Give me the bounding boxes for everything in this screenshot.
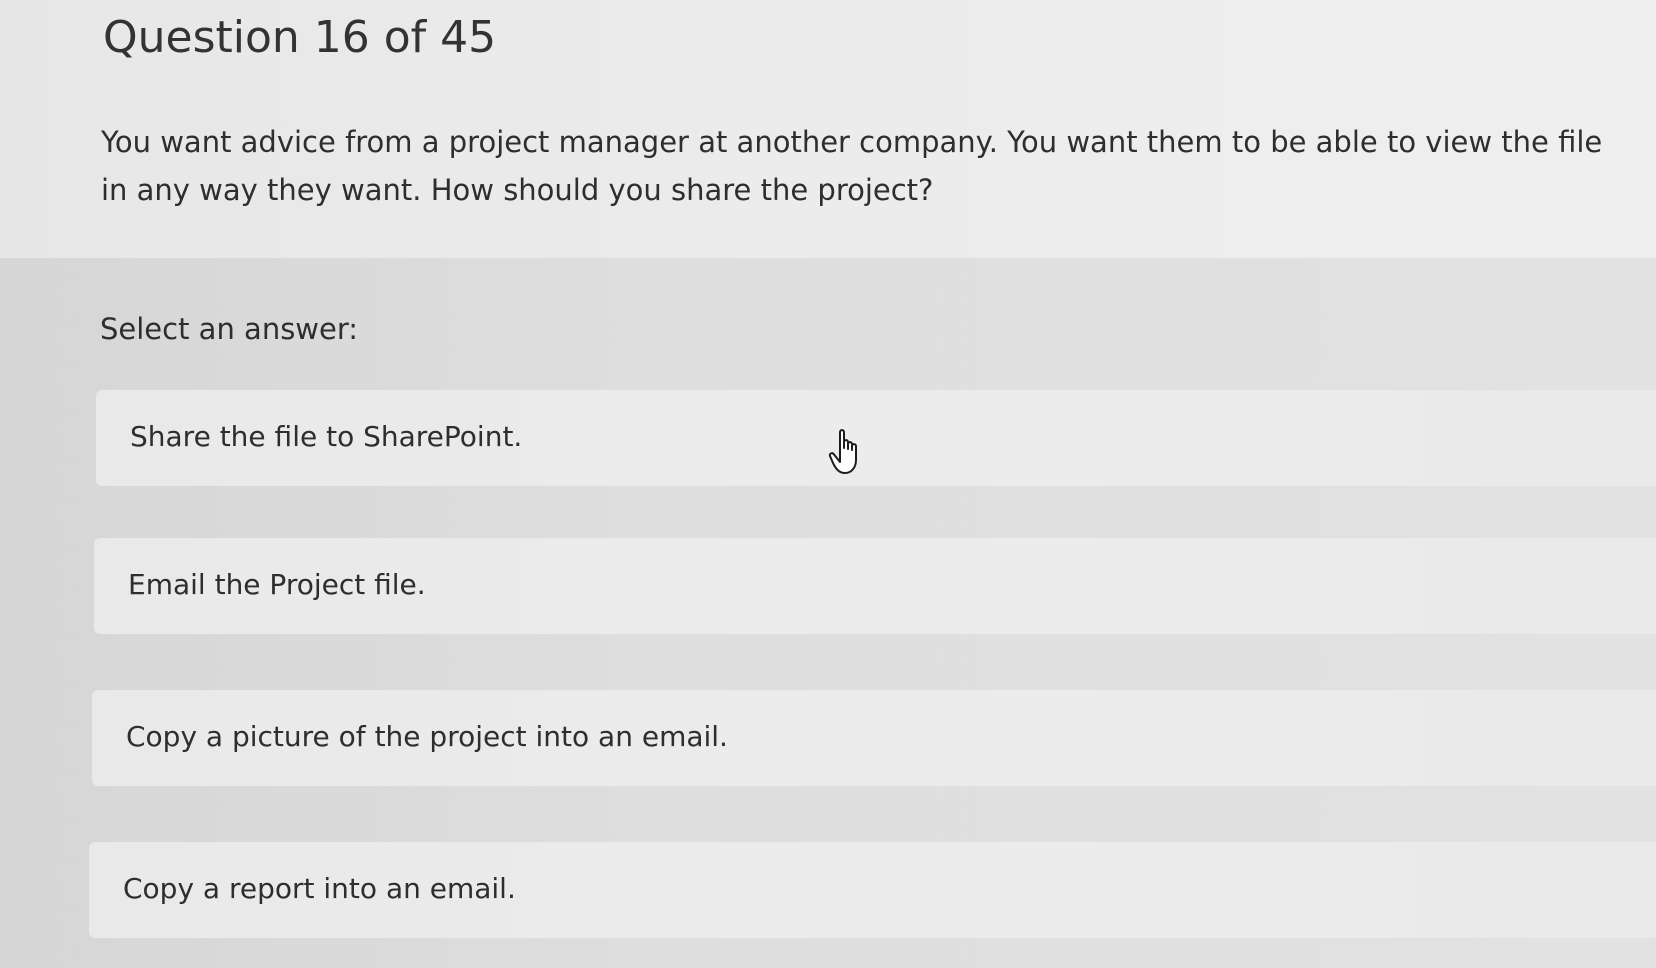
- question-text: You want advice from a project manager a…: [101, 125, 1603, 207]
- answer-option-label: Copy a report into an email.: [123, 872, 516, 905]
- answer-option-4[interactable]: Copy a report into an email.: [89, 842, 1656, 938]
- answer-option-3[interactable]: Copy a picture of the project into an em…: [92, 690, 1656, 786]
- question-header: Question 16 of 45 You want advice from a…: [0, 0, 1656, 258]
- answer-option-label: Share the file to SharePoint.: [130, 420, 523, 453]
- select-answer-label: Select an answer:: [100, 312, 359, 346]
- answer-option-1[interactable]: Share the file to SharePoint.: [96, 390, 1656, 486]
- answer-option-label: Email the Project file.: [128, 568, 426, 601]
- hand-pointer-icon: [828, 429, 857, 474]
- answer-option-2[interactable]: Email the Project file.: [94, 538, 1656, 634]
- question-number: Question 16 of 45: [103, 12, 497, 63]
- answer-option-label: Copy a picture of the project into an em…: [126, 720, 728, 753]
